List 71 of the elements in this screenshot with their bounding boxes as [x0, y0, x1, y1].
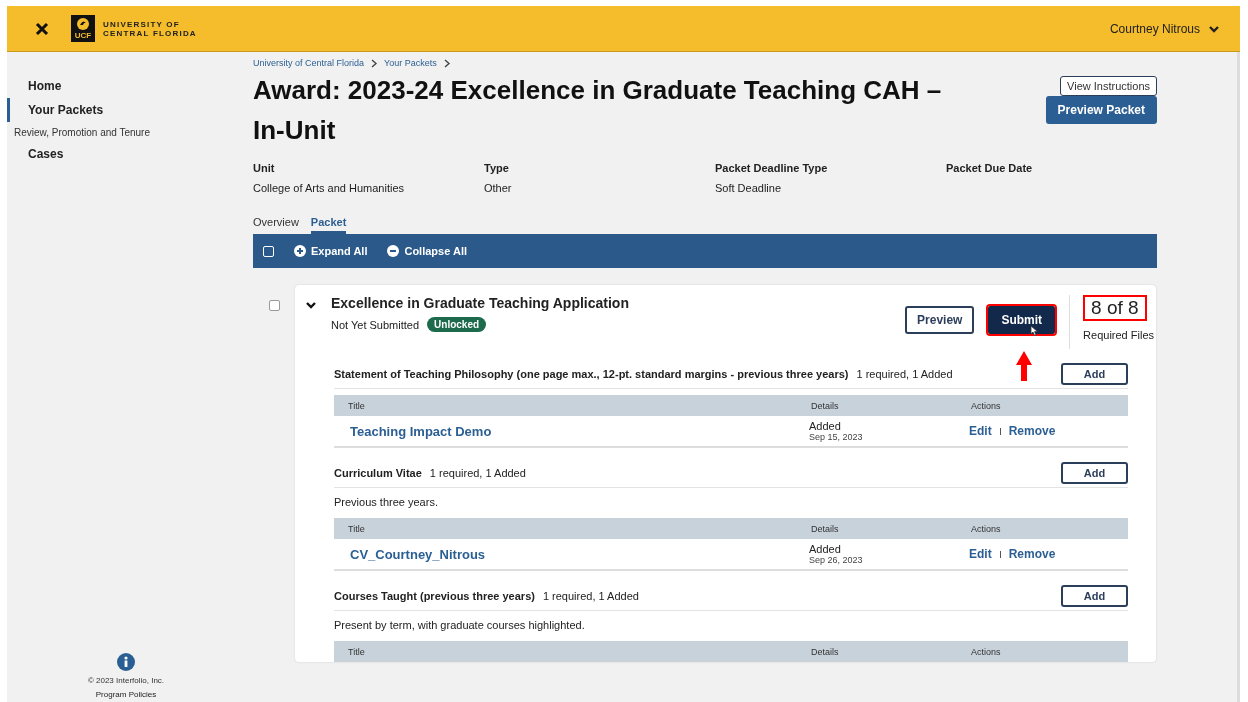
preview-packet-button[interactable]: Preview Packet [1045, 96, 1157, 124]
submit-button[interactable]: Submit [988, 306, 1056, 334]
field-label: Type [484, 162, 510, 174]
file-link[interactable]: CV_Courtney_Nitrous [334, 546, 809, 562]
file-link[interactable]: Teaching Impact Demo [334, 423, 809, 439]
status-text: Not Yet Submitted [331, 318, 420, 331]
status-badge: Unlocked [427, 317, 487, 332]
packet-title: Excellence in Graduate Teaching Application [331, 295, 629, 311]
column-header: Title [347, 400, 366, 411]
field-value: Other [484, 182, 513, 194]
add-button[interactable]: Add [1061, 462, 1128, 484]
copyright-text: © 2023 Interfolio, Inc. [87, 676, 165, 685]
pointer-cursor-icon [1028, 325, 1040, 337]
requirement-text: 1 required, 1 Added [429, 467, 526, 479]
plus-circle-icon [294, 245, 306, 257]
page-title: Award: 2023-24 Excellence in Graduate Teaching CAH – In-Unit [253, 74, 943, 147]
section-title: Curriculum Vitae [334, 467, 422, 479]
policies-link[interactable]: Program Policies [95, 690, 157, 699]
section-title: Statement of Teaching Philosophy (one page max., 12-pt. standard margins - previous three years) [334, 368, 849, 380]
nav-link[interactable]: Cases [7, 142, 245, 166]
detail-status: Added [809, 420, 842, 432]
requirement-text: 1 required, 1 Added [856, 368, 953, 380]
column-header: Actions [970, 523, 1002, 534]
field-value: College of Arts and Humanities [253, 182, 406, 194]
column-header: Actions [970, 400, 1002, 411]
detail-status: Added [809, 543, 842, 555]
breadcrumb-link[interactable]: University of Central Florida [253, 58, 365, 68]
chevron-right-icon [370, 58, 379, 68]
edit-link[interactable]: Edit [969, 547, 992, 561]
file-count: 8 of 8 [1083, 295, 1147, 321]
section-title: Courses Taught (previous three years) [334, 590, 535, 602]
info-icon [117, 653, 135, 671]
close-icon [35, 21, 49, 36]
logo-text: CENTRAL FLORIDA [103, 28, 197, 38]
instructions-button[interactable]: View Instructions [1060, 76, 1157, 96]
logo-text: UNIVERSITY OF [103, 19, 181, 29]
add-button[interactable]: Add [1061, 363, 1128, 385]
checkbox[interactable] [269, 300, 280, 311]
nav-link[interactable]: Your Packets [7, 98, 245, 122]
chevron-right-icon [442, 58, 451, 68]
remove-link[interactable]: Remove [1008, 547, 1056, 561]
chevron-down-icon [1208, 23, 1220, 34]
expand-all-button[interactable]: Expand All [294, 245, 368, 257]
preview-button[interactable]: Preview [905, 306, 975, 334]
section-description: Previous three years. [334, 495, 439, 510]
column-header: Details [810, 646, 840, 657]
remove-link[interactable]: Remove [1008, 424, 1056, 438]
breadcrumb-link[interactable]: Your Packets [384, 58, 437, 68]
field-label: Unit [253, 162, 276, 174]
column-header: Details [810, 400, 840, 411]
nav-group-label: Review, Promotion and Tenure [13, 126, 151, 140]
column-header: Actions [970, 646, 1002, 657]
detail-date: Sep 15, 2023 [809, 432, 864, 442]
nav-link[interactable]: Home [7, 74, 245, 98]
column-header: Details [810, 523, 840, 534]
requirement-text: 1 required, 1 Added [542, 590, 639, 602]
column-header: Title [347, 523, 366, 534]
section-description: Present by term, with graduate courses highlighted. [334, 618, 586, 633]
user-menu[interactable]: Courtney Nitrous [1103, 20, 1226, 37]
count-label: Required Files [1083, 329, 1154, 341]
detail-date: Sep 26, 2023 [809, 555, 864, 565]
edit-link[interactable]: Edit [969, 424, 992, 438]
field-label: Packet Deadline Type [715, 162, 829, 174]
add-button[interactable]: Add [1061, 585, 1128, 607]
column-header: Title [347, 646, 366, 657]
collapse-all-button[interactable]: Collapse All [387, 245, 467, 257]
minus-circle-icon [387, 245, 400, 257]
field-value: Soft Deadline [715, 182, 783, 194]
field-label: Packet Due Date [946, 162, 1034, 174]
tab[interactable]: Overview [253, 214, 299, 234]
logo-text: UCF [74, 31, 92, 40]
